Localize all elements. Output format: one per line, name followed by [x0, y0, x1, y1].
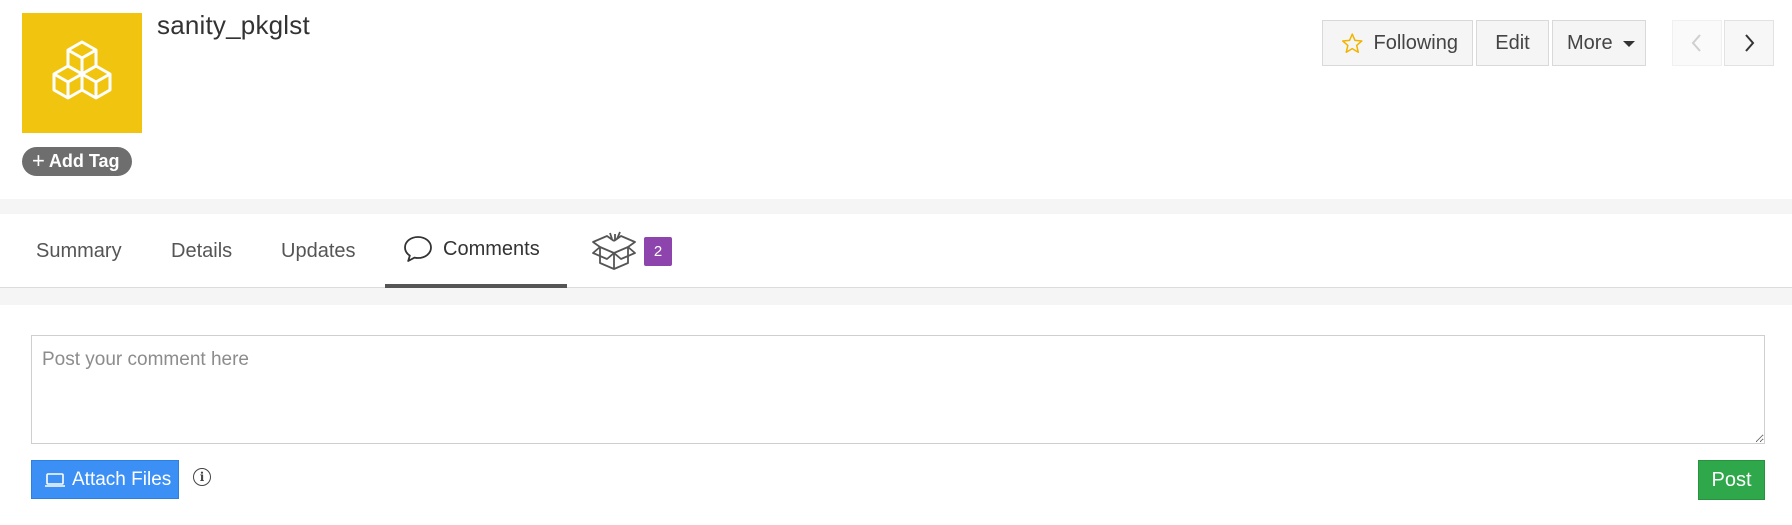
tab-details[interactable]: Details [171, 214, 232, 288]
following-label: Following [1373, 31, 1458, 54]
comments-panel: Attach Files i Post [0, 305, 1792, 500]
add-tag-button[interactable]: + Add Tag [22, 147, 132, 176]
add-tag-label: Add Tag [48, 151, 120, 171]
action-buttons: Following Edit More [1322, 20, 1646, 66]
edit-label: Edit [1495, 31, 1530, 54]
open-box-icon [592, 231, 636, 270]
edit-button[interactable]: Edit [1476, 20, 1549, 66]
previous-button[interactable] [1672, 20, 1722, 66]
packages-count-badge: 2 [644, 236, 672, 266]
more-label: More [1567, 31, 1613, 54]
speech-bubble-icon [404, 236, 432, 262]
tab-comments-label: Comments [443, 237, 540, 260]
attach-files-label: Attach Files [72, 468, 172, 490]
cubes-icon [52, 40, 112, 100]
divider-band [0, 199, 1792, 214]
chevron-right-icon [1745, 34, 1755, 52]
page-title: sanity_pkglst [157, 10, 310, 40]
info-icon[interactable]: i [193, 468, 211, 486]
next-button[interactable] [1724, 20, 1774, 66]
logo [22, 13, 142, 133]
star-icon [1341, 32, 1363, 53]
attach-files-button[interactable]: Attach Files [31, 460, 179, 499]
chevron-left-icon [1691, 34, 1701, 52]
page-header: sanity_pkglst + Add Tag Following Edit M… [0, 0, 1792, 199]
tab-summary[interactable]: Summary [36, 214, 122, 288]
comment-input[interactable] [31, 335, 1765, 444]
caret-down-icon [1622, 41, 1635, 47]
tab-updates[interactable]: Updates [281, 214, 356, 288]
more-dropdown-button[interactable]: More [1552, 20, 1646, 66]
plus-icon: + [32, 147, 45, 173]
tab-comments[interactable]: Comments [385, 214, 567, 288]
tab-packages[interactable]: 2 [590, 214, 672, 288]
following-button[interactable]: Following [1322, 20, 1473, 66]
record-navigation [1672, 20, 1774, 66]
tab-bar: Summary Details Updates Comments 2 [0, 214, 1792, 288]
divider-band [0, 288, 1792, 305]
post-button[interactable]: Post [1698, 460, 1765, 500]
laptop-icon [45, 472, 65, 487]
